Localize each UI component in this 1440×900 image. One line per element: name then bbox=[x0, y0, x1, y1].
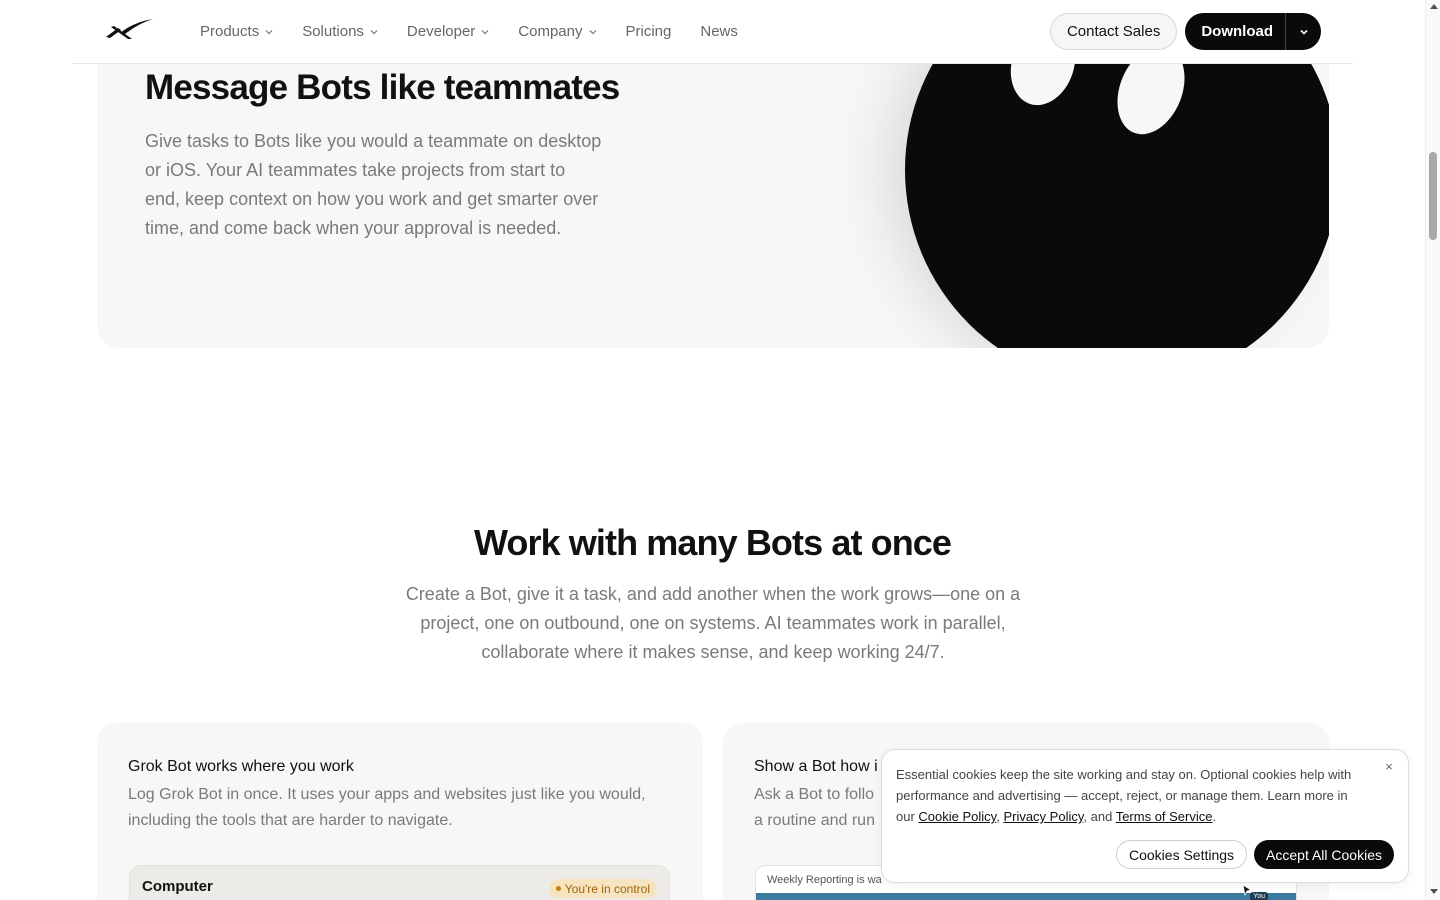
computer-label: Computer bbox=[142, 878, 213, 895]
weekly-reporting-label: Weekly Reporting is wa bbox=[767, 874, 882, 886]
cookies-settings-button[interactable]: Cookies Settings bbox=[1115, 840, 1248, 869]
nav-products[interactable]: Products bbox=[200, 23, 273, 40]
chevron-down-icon bbox=[481, 29, 489, 34]
nav-pricing-label: Pricing bbox=[625, 23, 672, 40]
screen-preview bbox=[756, 893, 1296, 900]
card-description-line-1: Ask a Bot to follo bbox=[754, 786, 875, 803]
nav-solutions-label: Solutions bbox=[302, 23, 364, 40]
feature-card-grok-bot: Grok Bot works where you work Log Grok B… bbox=[97, 723, 703, 900]
cookie-actions: Cookies Settings Accept All Cookies bbox=[1115, 840, 1394, 869]
scroll-up-icon[interactable] bbox=[1430, 4, 1438, 9]
privacy-policy-link[interactable]: Privacy Policy bbox=[1003, 809, 1083, 824]
period: . bbox=[1212, 809, 1217, 824]
status-dot-icon bbox=[555, 886, 561, 891]
cookie-message: Essential cookies keep the site working … bbox=[896, 764, 1366, 827]
nav-news-label: News bbox=[700, 23, 738, 40]
nav-developer[interactable]: Developer bbox=[407, 23, 489, 40]
contact-sales-button[interactable]: Contact Sales bbox=[1049, 13, 1178, 50]
nav-products-label: Products bbox=[200, 23, 260, 40]
section-title: Work with many Bots at once bbox=[473, 522, 952, 563]
chevron-down-icon bbox=[265, 29, 273, 34]
card-title: Grok Bot works where you work bbox=[128, 758, 354, 775]
chevron-down-icon bbox=[370, 29, 378, 34]
nav-company[interactable]: Company bbox=[518, 23, 596, 40]
computer-panel: Computer You're in control bbox=[129, 865, 670, 900]
section-description: Create a Bot, give it a task, and add an… bbox=[405, 584, 1021, 662]
close-icon[interactable]: × bbox=[1382, 760, 1396, 774]
download-button-group: Download bbox=[1185, 13, 1321, 50]
main-nav: Products Solutions Developer Company Pri… bbox=[200, 0, 738, 63]
terms-of-service-link[interactable]: Terms of Service bbox=[1116, 809, 1213, 824]
header-actions: Contact Sales Download bbox=[1049, 13, 1321, 50]
chevron-down-icon bbox=[1299, 29, 1308, 35]
nav-pricing[interactable]: Pricing bbox=[626, 23, 672, 40]
nav-solutions[interactable]: Solutions bbox=[302, 23, 378, 40]
page-scrollbar[interactable] bbox=[1425, 0, 1440, 900]
nav-news[interactable]: News bbox=[700, 23, 738, 40]
separator: , and bbox=[1083, 809, 1116, 824]
cookie-policy-link[interactable]: Cookie Policy bbox=[918, 809, 996, 824]
hero-title: Message Bots like teammates bbox=[145, 68, 620, 107]
card-description-line-2: a routine and run bbox=[754, 812, 875, 829]
you-tag: You bbox=[1250, 892, 1268, 900]
download-button[interactable]: Download bbox=[1185, 13, 1285, 50]
card-description: Log Grok Bot in once. It uses your apps … bbox=[128, 786, 646, 829]
card-title: Show a Bot how i bbox=[754, 758, 878, 775]
nav-company-label: Company bbox=[518, 23, 583, 40]
chevron-down-icon bbox=[589, 29, 596, 34]
accept-all-cookies-button[interactable]: Accept All Cookies bbox=[1254, 840, 1394, 869]
scrollbar-thumb[interactable] bbox=[1429, 152, 1437, 240]
status-badge-label: You're in control bbox=[564, 881, 650, 896]
nav-developer-label: Developer bbox=[406, 23, 476, 40]
scroll-down-icon[interactable] bbox=[1430, 889, 1438, 894]
logo-icon[interactable] bbox=[104, 18, 154, 42]
cookie-banner: × Essential cookies keep the site workin… bbox=[881, 749, 1409, 883]
hero-description: Give tasks to Bots like you would a team… bbox=[145, 131, 602, 238]
site-header: Products Solutions Developer Company Pri… bbox=[73, 0, 1353, 64]
download-menu-toggle[interactable] bbox=[1285, 13, 1321, 50]
status-badge: You're in control bbox=[548, 879, 657, 898]
